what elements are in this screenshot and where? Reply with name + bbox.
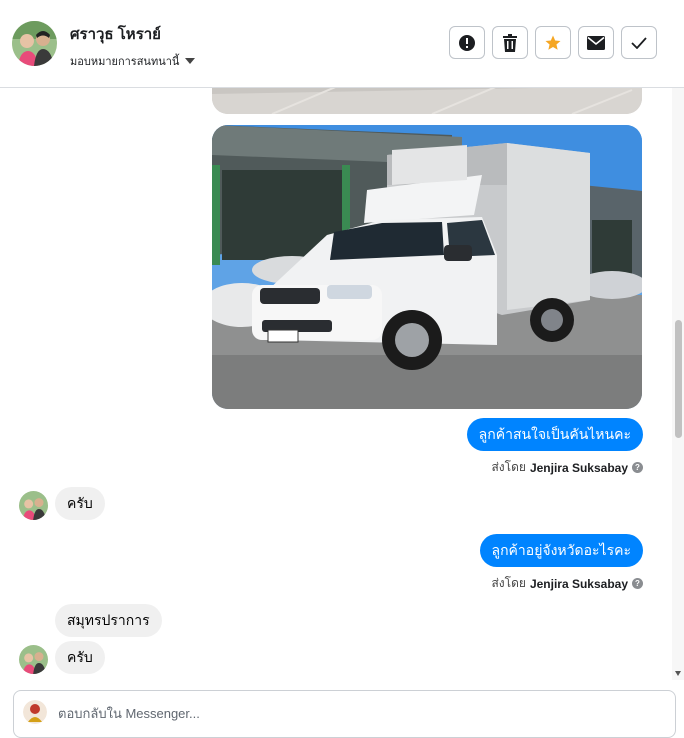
contact-avatar-small[interactable] bbox=[19, 491, 48, 520]
message-bubble-incoming[interactable]: ครับ bbox=[55, 641, 105, 674]
assign-label: มอบหมายการสนทนานี้ bbox=[70, 56, 180, 68]
sender-name: Jenjira Suksabay bbox=[529, 576, 628, 591]
contact-avatar[interactable] bbox=[12, 21, 57, 66]
sender-name: Jenjira Suksabay bbox=[529, 460, 628, 475]
assign-conversation-dropdown[interactable]: มอบหมายการสนทนานี้ bbox=[70, 52, 196, 70]
report-button[interactable] bbox=[449, 26, 485, 59]
exclamation-circle-icon bbox=[459, 34, 475, 51]
message-bubble-outgoing[interactable]: ลูกค้าอยู่จังหวัดอะไรคะ bbox=[479, 534, 643, 567]
reply-input[interactable] bbox=[58, 703, 638, 723]
page-avatar bbox=[23, 700, 47, 724]
message-thread[interactable]: ลูกค้าสนใจเป็นคันไหนคะ ส่งโดย Jenjira Su… bbox=[0, 88, 684, 680]
star-icon bbox=[545, 35, 561, 50]
contact-avatar-small[interactable] bbox=[19, 645, 48, 674]
scrollbar-thumb[interactable] bbox=[675, 320, 682, 438]
sent-by-prefix: ส่งโดย bbox=[491, 460, 526, 474]
message-photo-previous[interactable] bbox=[212, 88, 642, 114]
reply-composer[interactable] bbox=[13, 690, 676, 738]
star-button[interactable] bbox=[535, 26, 571, 59]
help-icon[interactable]: ? bbox=[632, 578, 643, 589]
sent-by-label: ส่งโดย Jenjira Suksabay ? bbox=[491, 458, 643, 477]
help-icon[interactable]: ? bbox=[632, 462, 643, 473]
sent-by-label: ส่งโดย Jenjira Suksabay ? bbox=[491, 574, 643, 593]
checkmark-icon bbox=[631, 36, 647, 49]
conversation-header: ศราวุธ โหราย์ มอบหมายการสนทนานี้ bbox=[0, 0, 684, 88]
message-bubble-outgoing[interactable]: ลูกค้าสนใจเป็นคันไหนคะ bbox=[466, 418, 643, 451]
envelope-icon bbox=[587, 35, 605, 50]
caret-down-icon bbox=[185, 58, 196, 64]
trash-icon bbox=[503, 33, 517, 52]
message-bubble-incoming[interactable]: ครับ bbox=[55, 487, 105, 520]
delete-button[interactable] bbox=[492, 26, 528, 59]
contact-name[interactable]: ศราวุธ โหราย์ bbox=[70, 22, 161, 46]
message-scrollbar[interactable] bbox=[672, 88, 684, 680]
sent-by-prefix: ส่งโดย bbox=[491, 576, 526, 590]
message-bubble-incoming[interactable]: สมุทรปราการ bbox=[55, 604, 162, 637]
done-button[interactable] bbox=[621, 26, 657, 59]
mail-button[interactable] bbox=[578, 26, 614, 59]
scroll-down-arrow-icon[interactable] bbox=[675, 671, 681, 676]
message-photo-truck[interactable] bbox=[212, 125, 642, 409]
